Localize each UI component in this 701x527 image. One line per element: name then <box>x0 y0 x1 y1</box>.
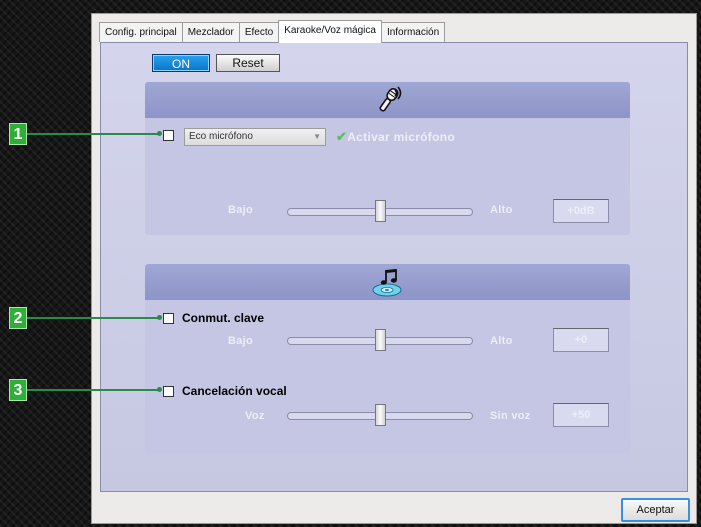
callout-2-dot <box>157 315 162 320</box>
tab-efecto[interactable]: Efecto <box>238 22 280 42</box>
tab-config-principal[interactable]: Config. principal <box>99 22 183 42</box>
mic-slider-thumb[interactable] <box>375 200 386 222</box>
callout-3-dot <box>157 387 162 392</box>
mic-section-header <box>145 82 630 118</box>
accept-button[interactable]: Aceptar <box>621 498 690 522</box>
callout-1: 1 <box>9 123 27 145</box>
mic-effect-select[interactable]: Eco micrófono ▼ <box>184 128 326 146</box>
reset-button[interactable]: Reset <box>216 54 280 72</box>
vocal-slider-thumb[interactable] <box>375 404 386 426</box>
callout-3-leader <box>27 389 160 391</box>
activate-mic-label: Activar micrófono <box>347 130 455 144</box>
mic-slider-low-label: Bajo <box>228 204 254 216</box>
key-value-box: +0 <box>553 328 609 352</box>
callout-2-leader <box>27 317 160 319</box>
activate-mic-toggle[interactable]: ✔Activar micrófono <box>336 129 455 145</box>
key-slider-high-label: Alto <box>490 335 513 347</box>
callout-1-dot <box>157 131 162 136</box>
mic-value-box: +0dB <box>553 199 609 223</box>
music-section-header <box>145 264 630 300</box>
key-slider-low-label: Bajo <box>228 335 254 347</box>
mic-effect-select-value: Eco micrófono <box>189 131 253 142</box>
key-slider-thumb[interactable] <box>375 329 386 351</box>
on-button[interactable]: ON <box>152 54 210 72</box>
music-cd-icon <box>372 269 402 297</box>
callout-2: 2 <box>9 307 27 329</box>
key-shift-label: Conmut. clave <box>182 311 265 325</box>
check-icon: ✔ <box>336 129 348 144</box>
tab-informacion[interactable]: Información <box>380 22 446 42</box>
vocal-value-box: +50 <box>553 403 609 427</box>
key-shift-checkbox[interactable] <box>163 313 174 324</box>
callout-3: 3 <box>9 379 27 401</box>
vocal-cancel-checkbox[interactable] <box>163 386 174 397</box>
mic-slider-high-label: Alto <box>490 204 513 216</box>
vocal-cancel-label: Cancelación vocal <box>182 384 287 398</box>
tab-karaoke[interactable]: Karaoke/Voz mágica <box>278 20 382 43</box>
tab-bar: Config. principal Mezclador Efecto Karao… <box>99 20 446 43</box>
microphone-icon <box>379 86 402 112</box>
callout-1-leader <box>27 133 160 135</box>
chevron-down-icon: ▼ <box>313 132 321 141</box>
vocal-slider-low-label: Voz <box>245 410 265 422</box>
vocal-slider-high-label: Sin voz <box>490 410 531 422</box>
tab-mezclador[interactable]: Mezclador <box>181 22 240 42</box>
mic-echo-checkbox[interactable] <box>163 130 174 141</box>
